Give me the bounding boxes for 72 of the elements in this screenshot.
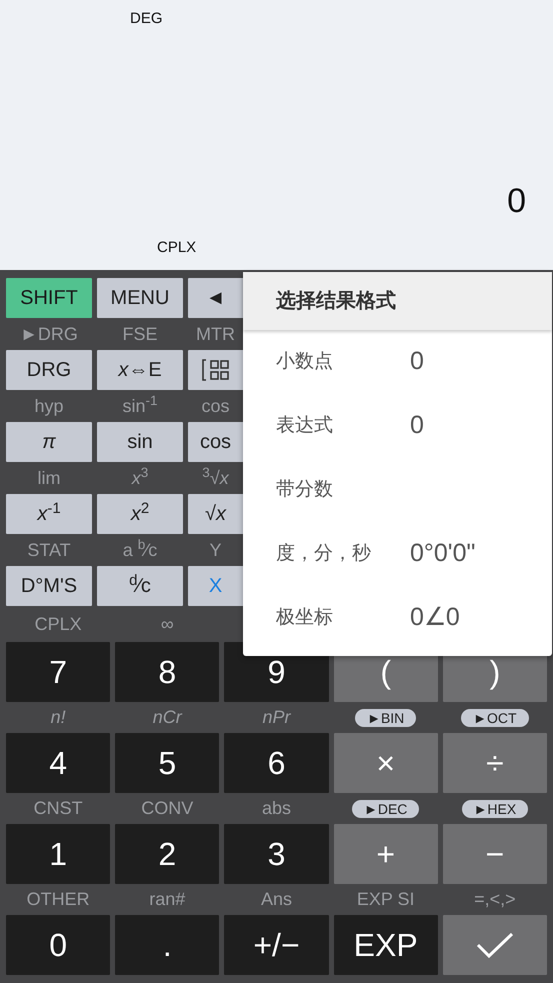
calculator-key[interactable]: SHIFT — [6, 278, 92, 318]
calculator-key[interactable]: $^{d}$⁄c — [97, 566, 183, 606]
calculator-key[interactable]: x⇔E — [97, 350, 183, 390]
format-label: 带分数 — [276, 478, 334, 502]
calculator-key[interactable]: 4 — [6, 733, 110, 793]
format-label: 表达式 — [276, 414, 334, 438]
calculator-key[interactable]: MENU — [97, 278, 183, 318]
shift-function-label: CONV — [141, 797, 194, 820]
format-value: 0∠0 — [410, 602, 460, 634]
format-label: 度，分，秒 — [276, 542, 372, 566]
shift-function-label: STAT — [27, 538, 71, 562]
format-value: 0°0'0" — [410, 538, 476, 570]
shift-function-label: abs — [262, 797, 291, 820]
format-value: 0 — [410, 410, 424, 442]
shift-function-label: Ans — [260, 888, 292, 911]
shift-function-label: CNST — [34, 797, 83, 820]
shift-function-label: x$^{3}$ — [132, 464, 148, 490]
calculator-key[interactable]: 3 — [224, 824, 329, 884]
shift-function-label: EXP SI — [356, 888, 415, 911]
shift-function-label: MTR — [196, 322, 235, 346]
calculator-key[interactable]: + — [334, 824, 438, 884]
shift-function-label: ran# — [149, 888, 186, 911]
base-conversion-label: ►BIN — [355, 708, 416, 726]
shift-function-label: OTHER — [26, 888, 90, 911]
calculator-key[interactable]: 2 — [115, 824, 220, 884]
calculator-key[interactable]: sin — [97, 422, 183, 462]
format-value: 0 — [410, 346, 424, 378]
base-conversion-label: ►DEC — [352, 800, 420, 818]
shift-function-label: hyp — [34, 394, 64, 418]
calculator-key[interactable]: EXP — [334, 915, 438, 975]
calculator-key[interactable]: 0 — [6, 915, 110, 975]
angle-mode-indicator: DEG — [130, 10, 163, 27]
shift-function-label: =,<,> — [474, 888, 516, 911]
shift-function-label: CPLX — [34, 612, 82, 636]
confirm-key[interactable] — [442, 915, 547, 975]
shift-function-label: lim — [38, 466, 60, 490]
shift-function-label: n! — [50, 706, 66, 729]
calculator-key[interactable]: × — [334, 733, 438, 793]
calculator-key[interactable]: 8 — [115, 642, 220, 702]
shift-function-label: $^{3}$√x — [202, 464, 229, 490]
calculator-key[interactable]: 1 — [6, 824, 110, 884]
format-option[interactable]: 小数点 0 — [243, 330, 552, 394]
calculator-key[interactable]: D°M'S — [6, 566, 92, 606]
shift-function-label: ∞ — [160, 612, 174, 636]
calculator-key[interactable]: 7 — [6, 642, 110, 702]
calculator-key[interactable]: π — [6, 422, 92, 462]
calculator-key[interactable]: +/− — [224, 915, 329, 975]
result-display: 0 — [507, 184, 526, 218]
shift-function-label: cos — [201, 394, 230, 418]
calculator-key[interactable]: . — [115, 915, 220, 975]
shift-function-label: ►DRG — [20, 322, 78, 346]
shift-function-label: FSE — [122, 322, 158, 346]
shift-function-label: Y — [209, 538, 222, 562]
shift-function-label: sin$^{-1}$ — [122, 392, 158, 418]
matrix-icon — [200, 358, 230, 382]
mode-indicator: CPLX — [157, 239, 196, 256]
calculator-key[interactable]: − — [442, 824, 547, 884]
checkmark-icon — [476, 931, 514, 959]
calculator-key[interactable]: DRG — [6, 350, 92, 390]
calculator-key[interactable]: 5 — [115, 733, 220, 793]
calculator-key[interactable]: ÷ — [442, 733, 547, 793]
shift-function-label: nCr — [152, 706, 182, 729]
calculator-key[interactable]: x$^{2}$ — [97, 494, 183, 534]
calculator-key[interactable]: x$^{-1}$ — [6, 494, 92, 534]
base-conversion-label: ►OCT — [461, 708, 529, 726]
shift-function-label: nPr — [262, 706, 290, 729]
format-label: 小数点 — [276, 350, 334, 374]
base-conversion-label: ►HEX — [462, 800, 528, 818]
calculator-key[interactable]: 6 — [224, 733, 329, 793]
popup-title: 选择结果格式 — [276, 289, 396, 314]
format-label: 极坐标 — [276, 606, 334, 630]
shift-function-label: a $^{b}$⁄c — [122, 536, 158, 562]
